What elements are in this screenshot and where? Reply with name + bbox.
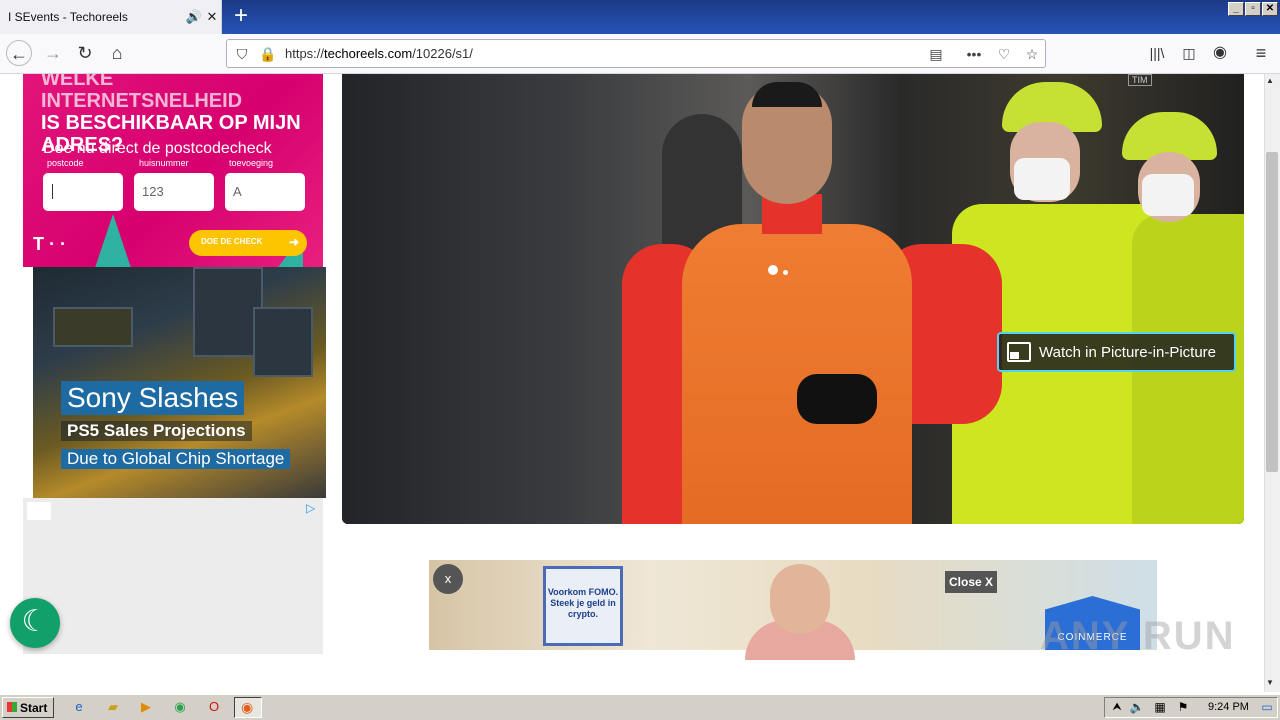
reload-button[interactable]: ↻ — [72, 40, 98, 66]
windows-logo-icon — [7, 702, 17, 712]
close-tab-icon[interactable]: ✕ — [203, 9, 221, 25]
media-player-icon[interactable]: ▶ — [137, 698, 155, 716]
shield-icon[interactable]: ⛉ — [233, 46, 251, 63]
scrollbar-thumb[interactable] — [1266, 152, 1278, 472]
back-button[interactable]: ← — [6, 40, 32, 66]
clock: 9:24 PM — [1208, 701, 1249, 713]
window-close-button[interactable]: ✕ — [1262, 2, 1278, 16]
forward-button[interactable]: → — [40, 40, 66, 66]
opera-icon[interactable]: O — [205, 698, 223, 716]
video-player[interactable] — [342, 74, 1244, 524]
firefox-taskbar-button[interactable]: ◉ — [234, 697, 262, 718]
lock-icon[interactable]: 🔒 — [259, 46, 277, 63]
tim-logo: TIM — [1128, 74, 1152, 86]
tray-arrow-icon[interactable]: ⮝ — [1108, 698, 1126, 716]
anyrun-watermark: ANY RUN — [1040, 614, 1236, 658]
scroll-up-icon[interactable]: ▲ — [1266, 76, 1274, 85]
check-button[interactable]: DOE DE CHECK ➜ — [189, 230, 307, 256]
library-icon[interactable]: |||\ — [1144, 40, 1170, 66]
volume-icon[interactable]: 🔈 — [1128, 698, 1146, 716]
toevoeging-input[interactable]: A — [225, 173, 305, 211]
dark-mode-toggle-icon[interactable]: ☾ — [10, 598, 60, 648]
sidebar-icon[interactable]: ◫ — [1176, 40, 1202, 66]
scroll-down-icon[interactable]: ▼ — [1266, 678, 1274, 687]
home-button[interactable]: ⌂ — [104, 40, 130, 66]
banner-image — [735, 560, 865, 660]
tab-title: I SEvents - Techoreels — [8, 10, 128, 24]
reader-view-icon[interactable]: ▤ — [927, 46, 945, 63]
pocket-icon[interactable]: ♡ — [995, 46, 1013, 63]
telekom-logo: T · · — [33, 234, 66, 254]
page-actions-icon[interactable]: ••• — [965, 46, 983, 62]
video-figure — [797, 374, 877, 424]
video-figure — [1014, 158, 1070, 200]
taskbar — [0, 694, 1280, 720]
ad-subtitle: Doe nu direct de postcodecheck — [43, 140, 272, 157]
flag-icon[interactable]: ⚑ — [1174, 698, 1192, 716]
new-tab-button[interactable]: + — [228, 4, 254, 30]
show-desktop-icon[interactable]: ▭ — [1258, 698, 1276, 716]
picture-in-picture-icon — [1007, 342, 1031, 362]
minimize-button[interactable]: _ — [1228, 2, 1244, 16]
start-button[interactable]: Start — [2, 697, 54, 718]
ad-line-3: Due to Global Chip Shortage — [61, 449, 291, 469]
ad-placeholder — [27, 502, 51, 520]
ie-icon[interactable]: e — [70, 698, 88, 716]
banner-dismiss-button[interactable]: x — [433, 564, 463, 594]
pip-label: Watch in Picture-in-Picture — [1039, 343, 1216, 361]
ad-line-2: PS5 Sales Projections — [61, 421, 252, 441]
menu-icon[interactable]: ≡ — [1248, 40, 1274, 66]
ad-title: Sony Slashes — [61, 381, 245, 415]
restore-button[interactable]: ▫ — [1245, 2, 1261, 16]
speaker-icon[interactable]: 🔊 — [185, 9, 203, 25]
postcode-label: postcode — [47, 158, 84, 168]
picture-in-picture-button[interactable]: Watch in Picture-in-Picture — [997, 332, 1236, 372]
video-carousel-dots — [768, 262, 793, 280]
url-text[interactable]: https://techoreels.com/10226/s1/ — [285, 46, 473, 61]
video-figure — [682, 224, 912, 524]
toevoeging-label: toevoeging — [229, 158, 274, 168]
browser-tab[interactable]: I SEvents - Techoreels 🔊 ✕ — [0, 0, 222, 34]
huisnummer-input[interactable]: 123 — [134, 173, 214, 211]
folder-icon[interactable]: ▰ — [104, 698, 122, 716]
sony-ad[interactable]: Sony Slashes PS5 Sales Projections Due t… — [33, 267, 326, 498]
adchoices-icon[interactable]: ▷ — [306, 501, 315, 515]
network-icon[interactable]: ▦ — [1151, 698, 1169, 716]
empty-ad-slot — [23, 498, 323, 654]
bookmark-star-icon[interactable]: ☆ — [1023, 46, 1041, 63]
video-figure — [1142, 174, 1194, 216]
chrome-icon[interactable]: ◉ — [171, 698, 189, 716]
account-icon[interactable]: ◉ — [1207, 40, 1233, 66]
url-bar[interactable]: ⛉ 🔒 https://techoreels.com/10226/s1/ ▤ •… — [226, 39, 1046, 68]
banner-tile-text: Voorkom FOMO. Steek je geld in crypto. — [543, 566, 623, 646]
banner-close-button[interactable]: Close X — [945, 571, 998, 593]
arrow-right-icon: ➜ — [288, 235, 299, 249]
postcode-input[interactable] — [43, 173, 123, 211]
firefox-icon: ◉ — [241, 699, 254, 715]
telekom-ad[interactable]: WELKE INTERNETSNELHEID IS BESCHIKBAAR OP … — [23, 74, 323, 267]
huisnummer-label: huisnummer — [139, 158, 189, 168]
